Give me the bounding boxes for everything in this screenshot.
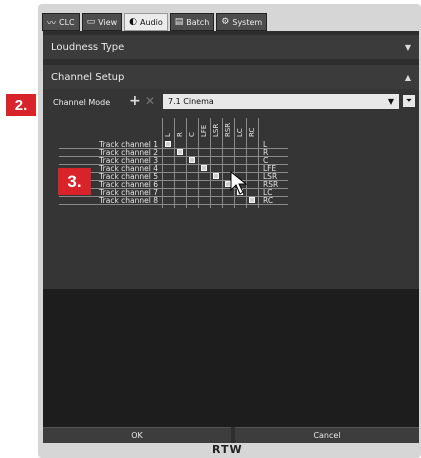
grid-line (210, 118, 211, 208)
track-channel-label: Track channel 8 (99, 196, 158, 205)
grid-line (198, 118, 199, 208)
waveform-icon: 〰 (47, 18, 57, 29)
column-label: C (188, 132, 196, 137)
column-label: LSR (212, 123, 220, 137)
channel-setup-header[interactable]: Channel Setup ▲ (43, 65, 419, 89)
batch-icon: ▤ (174, 17, 184, 27)
tab-bar: 〰 CLC ▭ View ◐ Audio ▤ Batch ⚙ System (42, 13, 268, 31)
grid-line (222, 118, 223, 208)
monitor-icon: ▭ (86, 17, 96, 27)
rtw-logo: RTW (212, 443, 243, 456)
loudness-type-header[interactable]: Loudness Type ▼ (43, 35, 419, 59)
audio-wave-icon: ◐ (129, 17, 138, 27)
column-label: LFE (200, 124, 208, 137)
column-label: R (176, 132, 184, 137)
mouse-cursor-icon (230, 171, 248, 195)
routing-cell[interactable] (177, 149, 183, 155)
routing-cell[interactable] (201, 165, 207, 171)
routing-cell[interactable] (189, 157, 195, 163)
cancel-button[interactable]: Cancel (235, 427, 419, 443)
column-label: RC (248, 127, 256, 137)
ok-button[interactable]: OK (43, 427, 231, 443)
channel-mode-value: 7.1 Cinema (168, 97, 214, 106)
tab-batch[interactable]: ▤ Batch (169, 13, 215, 31)
output-channel-label: RC (263, 196, 274, 205)
tab-label: View (98, 17, 118, 27)
filter-icon[interactable]: ⏷ (403, 95, 415, 107)
dropdown-arrow-icon: ▼ (387, 97, 394, 106)
grid-line (258, 118, 259, 208)
empty-area (43, 289, 419, 427)
channel-mode-select[interactable]: 7.1 Cinema ▼ (163, 94, 399, 109)
channel-mode-label: Channel Mode (53, 98, 111, 107)
tab-view[interactable]: ▭ View (81, 13, 123, 31)
grid-line (186, 118, 187, 208)
tab-clc[interactable]: 〰 CLC (42, 13, 80, 31)
column-label: LC (236, 128, 244, 137)
channel-mode-row: Channel Mode + ✕ 7.1 Cinema ▼ ⏷ (43, 92, 419, 112)
tab-label: System (232, 17, 263, 27)
column-label: RSR (224, 122, 232, 137)
tab-label: Audio (140, 17, 163, 27)
channel-setup-title: Channel Setup (51, 71, 125, 83)
chevron-down-icon: ▼ (404, 42, 411, 52)
callout-2: 2. (6, 94, 36, 116)
tab-label: Batch (186, 17, 210, 27)
bottom-bar: OK Cancel (43, 427, 419, 443)
gear-icon: ⚙ (221, 17, 230, 27)
routing-cell[interactable] (165, 141, 171, 147)
tab-system[interactable]: ⚙ System (216, 13, 268, 31)
grid-line (162, 118, 163, 208)
remove-icon[interactable]: ✕ (145, 94, 155, 108)
add-icon[interactable]: + (129, 93, 141, 109)
loudness-type-title: Loudness Type (51, 41, 125, 53)
routing-cell[interactable] (213, 173, 219, 179)
audio-settings-screen: Loudness Type ▼ Channel Setup ▲ Channel … (43, 31, 419, 443)
tab-label: CLC (59, 17, 75, 27)
callout-3: 3. (58, 168, 91, 195)
routing-cell[interactable] (249, 197, 255, 203)
tab-audio[interactable]: ◐ Audio (124, 13, 168, 31)
column-label: L (164, 133, 172, 137)
chevron-up-icon: ▲ (404, 72, 411, 82)
grid-line (174, 118, 175, 208)
